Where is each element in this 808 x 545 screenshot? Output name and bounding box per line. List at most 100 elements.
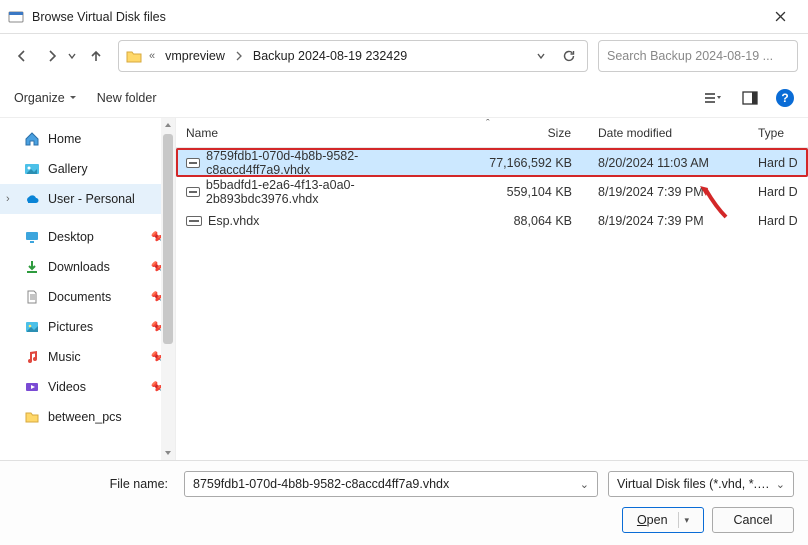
file-date: 8/19/2024 7:39 PM	[598, 214, 704, 228]
sidebar-item-label: between_pcs	[48, 410, 122, 424]
sidebar-item-gallery[interactable]: Gallery	[0, 154, 175, 184]
main-area: HomeGallery›User - PersonalDesktop📌Downl…	[0, 118, 808, 460]
new-folder-label: New folder	[97, 91, 157, 105]
chevron-down-icon: ⌄	[580, 478, 589, 491]
open-accel: O	[637, 513, 647, 527]
chevron-down-icon: ⌄	[776, 478, 785, 491]
column-header-size[interactable]: Size	[438, 118, 588, 147]
sidebar-item-folder[interactable]: between_pcs	[0, 402, 175, 432]
onedrive-icon	[24, 191, 40, 207]
table-row[interactable]: Esp.vhdx88,064 KB8/19/2024 7:39 PMHard D	[176, 206, 808, 235]
documents-icon	[24, 289, 40, 305]
breadcrumb-item[interactable]: vmpreview	[161, 47, 229, 65]
close-button[interactable]	[760, 2, 800, 32]
table-row[interactable]: 8759fdb1-070d-4b8b-9582-c8accd4ff7a9.vhd…	[176, 148, 808, 177]
file-size: 88,064 KB	[514, 214, 572, 228]
scroll-down-icon	[163, 448, 173, 458]
breadcrumb-separator: «	[147, 50, 157, 62]
sidebar-item-label: Home	[48, 132, 81, 146]
sidebar: HomeGallery›User - PersonalDesktop📌Downl…	[0, 118, 176, 460]
folder-icon	[125, 47, 143, 65]
preview-pane-button[interactable]	[738, 86, 762, 110]
sidebar-item-label: User - Personal	[48, 192, 135, 206]
scroll-up-icon	[163, 120, 173, 130]
disk-file-icon	[186, 187, 200, 197]
search-input[interactable]	[605, 48, 791, 64]
title-bar: Browse Virtual Disk files	[0, 0, 808, 34]
chevron-down-icon	[69, 94, 77, 102]
sidebar-item-onedrive[interactable]: › User - Personal	[0, 184, 175, 214]
sidebar-item-label: Gallery	[48, 162, 88, 176]
file-date: 8/20/2024 11:03 AM	[598, 156, 709, 170]
folder-icon	[24, 409, 40, 425]
column-header-date[interactable]: Date modified	[588, 118, 748, 147]
filename-label: File name:	[14, 477, 174, 491]
sort-indicator-icon: ˆ	[486, 118, 490, 130]
toolbar: Organize New folder ?	[0, 78, 808, 118]
open-button[interactable]: Open ▾	[622, 507, 704, 533]
file-size: 559,104 KB	[507, 185, 572, 199]
app-icon	[8, 9, 24, 25]
organize-menu[interactable]: Organize	[14, 91, 77, 105]
sidebar-item-desktop[interactable]: Desktop📌	[0, 222, 175, 252]
scrollbar-thumb[interactable]	[163, 134, 173, 344]
sidebar-item-label: Music	[48, 350, 81, 364]
file-name: 8759fdb1-070d-4b8b-9582-c8accd4ff7a9.vhd…	[206, 149, 428, 177]
videos-icon	[24, 379, 40, 395]
sidebar-item-label: Documents	[48, 290, 111, 304]
address-bar[interactable]: « vmpreview Backup 2024-08-19 232429	[118, 40, 588, 72]
desktop-icon	[24, 229, 40, 245]
file-name: b5badfd1-e2a6-4f13-a0a0-2b893bdc3976.vhd…	[206, 178, 428, 206]
table-row[interactable]: b5badfd1-e2a6-4f13-a0a0-2b893bdc3976.vhd…	[176, 177, 808, 206]
recent-locations-button[interactable]	[66, 44, 78, 68]
sidebar-item-downloads[interactable]: Downloads📌	[0, 252, 175, 282]
sidebar-scrollbar[interactable]	[161, 118, 175, 460]
downloads-icon	[24, 259, 40, 275]
forward-button[interactable]	[40, 44, 64, 68]
cancel-label: Cancel	[734, 513, 773, 527]
sidebar-item-pictures[interactable]: Pictures📌	[0, 312, 175, 342]
sidebar-item-videos[interactable]: Videos📌	[0, 372, 175, 402]
filename-value: 8759fdb1-070d-4b8b-9582-c8accd4ff7a9.vhd…	[193, 477, 449, 491]
column-header-name[interactable]: Name	[176, 118, 438, 147]
sidebar-item-home[interactable]: Home	[0, 124, 175, 154]
search-box[interactable]	[598, 40, 798, 72]
music-icon	[24, 349, 40, 365]
pictures-icon	[24, 319, 40, 335]
breadcrumb-item[interactable]: Backup 2024-08-19 232429	[249, 47, 411, 65]
sidebar-item-documents[interactable]: Documents📌	[0, 282, 175, 312]
open-rest: pen	[647, 513, 668, 527]
cancel-button[interactable]: Cancel	[712, 507, 794, 533]
footer: File name: 8759fdb1-070d-4b8b-9582-c8acc…	[0, 460, 808, 545]
sidebar-item-label: Pictures	[48, 320, 93, 334]
sidebar-item-music[interactable]: Music📌	[0, 342, 175, 372]
disk-file-icon	[186, 158, 200, 168]
column-header-row: Name Size Date modified Type	[176, 118, 808, 148]
view-options-button[interactable]	[700, 86, 724, 110]
file-type: Hard D	[758, 156, 798, 170]
chevron-right-icon	[233, 51, 245, 61]
column-header-type[interactable]: Type	[748, 118, 808, 147]
help-button[interactable]: ?	[776, 89, 794, 107]
sidebar-item-label: Downloads	[48, 260, 110, 274]
home-icon	[24, 131, 40, 147]
file-type-value: Virtual Disk files (*.vhd, *.vhdx)	[617, 477, 776, 491]
sidebar-item-label: Videos	[48, 380, 86, 394]
nav-row: « vmpreview Backup 2024-08-19 232429	[0, 34, 808, 78]
new-folder-button[interactable]: New folder	[97, 91, 157, 105]
sidebar-item-label: Desktop	[48, 230, 94, 244]
address-dropdown[interactable]	[529, 44, 553, 68]
file-type: Hard D	[758, 214, 798, 228]
up-button[interactable]	[84, 44, 108, 68]
disk-file-icon	[186, 216, 202, 226]
file-date: 8/19/2024 7:39 PM	[598, 185, 704, 199]
chevron-right-icon: ›	[6, 193, 10, 205]
gallery-icon	[24, 161, 40, 177]
organize-label: Organize	[14, 91, 65, 105]
chevron-down-icon: ▾	[685, 515, 690, 526]
back-button[interactable]	[10, 44, 34, 68]
file-type-combobox[interactable]: Virtual Disk files (*.vhd, *.vhdx) ⌄	[608, 471, 794, 497]
refresh-button[interactable]	[557, 44, 581, 68]
filename-combobox[interactable]: 8759fdb1-070d-4b8b-9582-c8accd4ff7a9.vhd…	[184, 471, 598, 497]
file-size: 77,166,592 KB	[489, 156, 572, 170]
